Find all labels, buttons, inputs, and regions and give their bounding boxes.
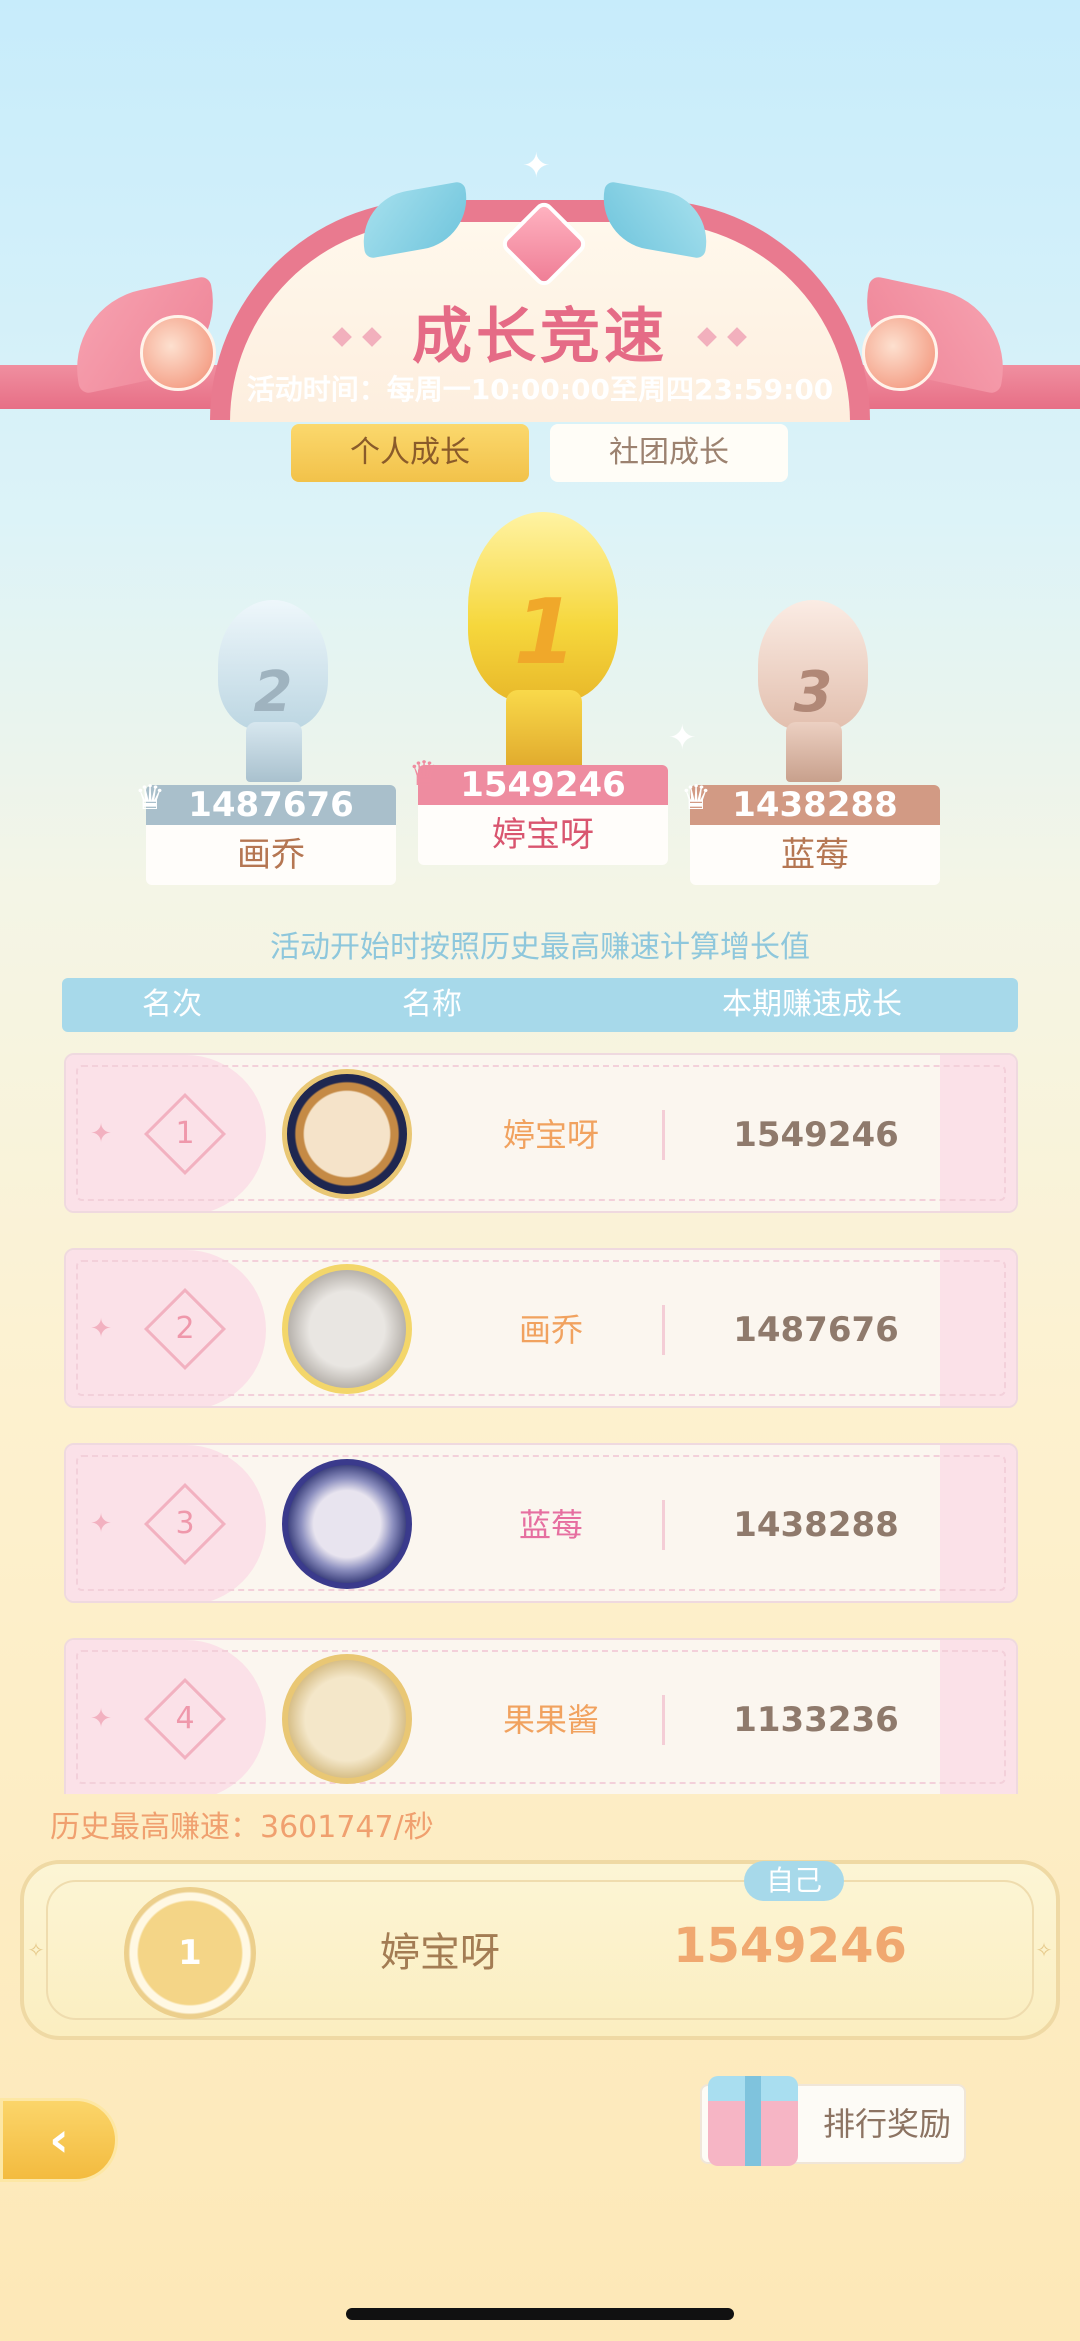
star-icon: ✦ <box>90 1119 112 1149</box>
sparkle-icon: ✦ <box>668 718 697 758</box>
self-tag-badge: 自己 <box>744 1861 844 1901</box>
podium-score-1: 1549246 <box>418 765 668 805</box>
divider <box>662 1695 665 1745</box>
crown-icon: ♛ <box>680 778 712 818</box>
home-indicator[interactable] <box>346 2308 734 2320</box>
page-title: 成长竞速 <box>412 302 668 372</box>
table-row[interactable]: ✦ 1 婷宝呀 1549246 <box>64 1053 1018 1213</box>
column-header-growth: 本期赚速成长 <box>722 987 902 1022</box>
history-best-speed: 历史最高赚速：3601747/秒 <box>50 1810 434 1845</box>
rank-number: 1 <box>175 1116 195 1151</box>
divider <box>662 1110 665 1160</box>
tab-club-growth[interactable]: 社团成长 <box>550 424 788 482</box>
star-icon: ✦ <box>90 1509 112 1539</box>
divider <box>662 1500 665 1550</box>
table-row[interactable]: ✦ 2 画乔 1487676 <box>64 1248 1018 1408</box>
event-time: 活动时间：每周一10:00:00至周四23:59:00 <box>246 373 834 406</box>
silver-trophy-base <box>246 722 302 782</box>
table-header: 名次 名称 本期赚速成长 <box>62 978 1018 1032</box>
player-name: 婷宝呀 <box>502 1116 599 1154</box>
avatar[interactable] <box>282 1459 412 1589</box>
table-row[interactable]: ✦ 4 果果酱 1133236 <box>64 1638 1018 1794</box>
gift-ribbon <box>745 2076 761 2166</box>
rule-note: 活动开始时按照历史最高赚速计算增长值 <box>270 930 810 965</box>
trophy-rank-number: 3 <box>793 660 833 725</box>
back-arrow-icon: ‹ <box>49 2112 69 2168</box>
self-rank-badge: 1 <box>124 1887 256 2019</box>
trophy-rank-number: 2 <box>253 660 293 725</box>
growth-value: 1438288 <box>733 1505 899 1545</box>
table-row[interactable]: ✦ 3 蓝莓 1438288 <box>64 1443 1018 1603</box>
crown-icon: ♛ <box>134 778 166 818</box>
crown-icon: ♛ <box>408 754 440 794</box>
podium-name-1[interactable]: 婷宝呀 <box>418 805 668 865</box>
player-name: 蓝莓 <box>518 1506 583 1544</box>
trophy-rank-number: 1 <box>513 580 577 685</box>
avatar[interactable] <box>282 1264 412 1394</box>
star-icon: ✧ <box>27 1938 45 1962</box>
growth-value: 1133236 <box>733 1700 899 1740</box>
star-icon: ✦ <box>90 1704 112 1734</box>
avatar[interactable] <box>282 1654 412 1784</box>
column-header-rank: 名次 <box>142 987 202 1022</box>
rank-number: 3 <box>175 1506 195 1541</box>
podium-name-2[interactable]: 画乔 <box>146 825 396 885</box>
self-name: 婷宝呀 <box>380 1930 500 1976</box>
divider <box>662 1305 665 1355</box>
podium-name-3[interactable]: 蓝莓 <box>690 825 940 885</box>
bronze-trophy-base <box>786 722 842 782</box>
star-icon: ✧ <box>1035 1938 1053 1962</box>
growth-value: 1549246 <box>733 1115 899 1155</box>
growth-value: 1487676 <box>733 1310 899 1350</box>
sparkle-icon: ✦ <box>522 146 551 186</box>
back-button[interactable]: ‹ <box>0 2098 118 2182</box>
gold-trophy-base <box>506 690 582 770</box>
player-name: 果果酱 <box>502 1701 599 1739</box>
star-icon: ✦ <box>90 1314 112 1344</box>
tab-personal-growth[interactable]: 个人成长 <box>291 424 529 482</box>
self-growth-value: 1549246 <box>673 1918 907 1974</box>
podium-score-2: 1487676 <box>146 785 396 825</box>
column-header-name: 名称 <box>402 987 462 1022</box>
ranking-rewards-label[interactable]: 排行奖励 <box>812 2084 962 2164</box>
avatar[interactable] <box>282 1069 412 1199</box>
podium-score-3: 1438288 <box>690 785 940 825</box>
rank-number: 4 <box>175 1701 195 1736</box>
rank-number: 2 <box>175 1311 195 1346</box>
player-name: 画乔 <box>518 1311 583 1349</box>
